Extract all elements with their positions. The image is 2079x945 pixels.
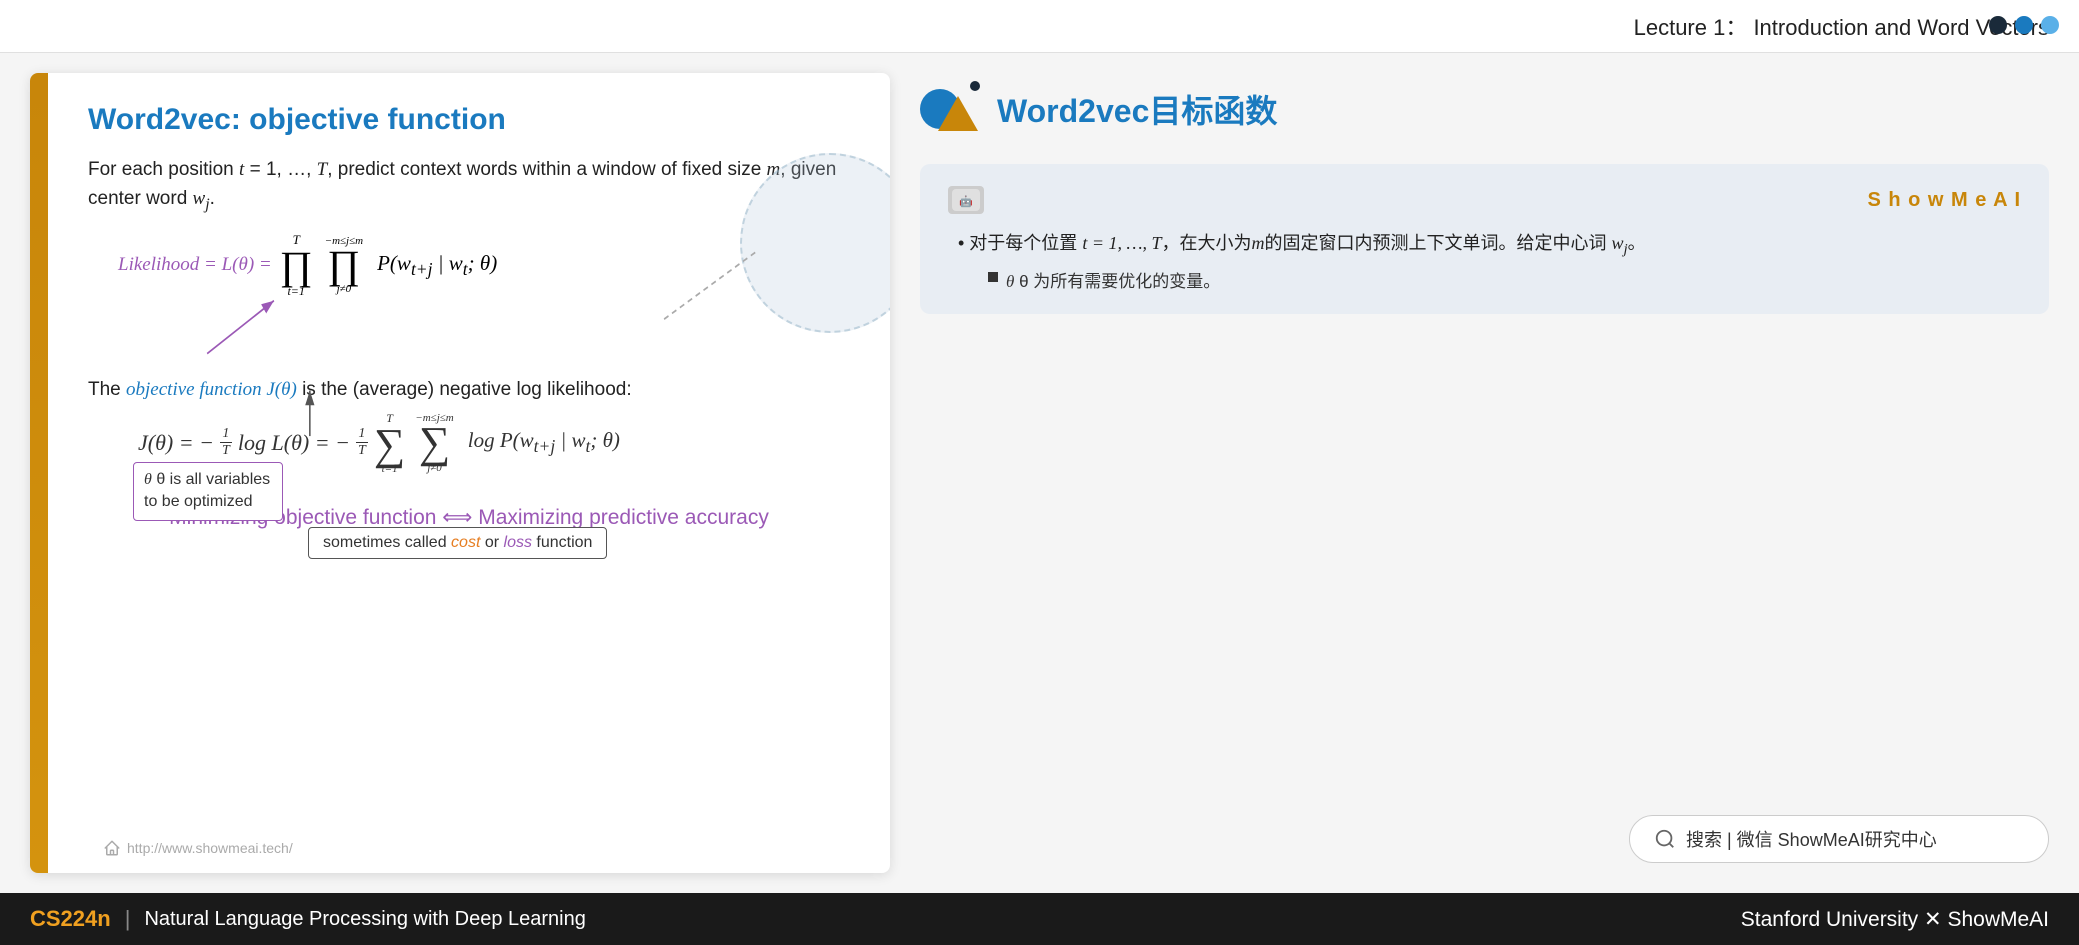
bottom-divider: | [125,906,131,932]
dot-2 [2015,16,2033,34]
sub-bullet-text: θ 为所有需要优化的变量。 [1019,272,1220,291]
sum-symbol-2: −m≤j≤m ∑ j≠0 [415,412,453,473]
showmeai-card-label: S h o w M e A I [1867,189,2021,212]
sum-symbol-1: T ∑ t=1 [374,411,405,475]
search-text: 搜索 | 微信 ShowMeAI研究中心 [1686,826,1937,852]
likelihood-line: Likelihood = L(θ) = T ∏ t=1 −m≤j≤m ∏ j≠0… [118,232,850,299]
bottom-left: CS224n | Natural Language Processing wit… [30,906,586,932]
course-name: Natural Language Processing with Deep Le… [144,908,585,931]
card-logo-icon: 🤖 [948,186,984,214]
slide-url: http://www.showmeai.tech/ [103,839,293,857]
slide-title: Word2vec: objective function [88,103,850,137]
annotation-theta: θ θ is all variables to be optimized [133,462,283,521]
slide-url-text: http://www.showmeai.tech/ [127,840,293,856]
bottom-right: Stanford University ✕ ShowMeAI [1741,907,2049,932]
search-icon [1654,828,1676,850]
main-content: Word2vec: objective function For each po… [0,53,2079,893]
lecture-title: Lecture 1： Introduction and Word Vectors [1634,15,2049,40]
search-bar[interactable]: 搜索 | 微信 ShowMeAI研究中心 [1629,815,2049,863]
content-card: 🤖 S h o w M e A I • 对于每个位置 t = 1, …, T，在… [920,164,2049,314]
dot-3 [2041,16,2059,34]
cs-label: CS224n [30,906,111,932]
right-panel-title: Word2vec目标函数 [997,86,1277,132]
p-formula: P(wt+j | wt; θ) [377,251,497,280]
bottom-bar: CS224n | Natural Language Processing wit… [0,893,2079,945]
card-header: 🤖 S h o w M e A I [948,186,2021,214]
svg-text:🤖: 🤖 [959,195,973,208]
likelihood-label: Likelihood = L(θ) = [118,254,272,276]
card-sub-bullet: θ θ 为所有需要优化的变量。 [988,267,2021,292]
loss-word: loss [504,534,532,551]
right-header: Word2vec目标函数 [920,73,2049,144]
top-bar: Lecture 1： Introduction and Word Vectors [0,0,2079,53]
dot-1 [1989,16,2007,34]
logo-dot [970,81,980,91]
cost-word: cost [451,534,480,551]
formula-area: Likelihood = L(θ) = T ∏ t=1 −m≤j≤m ∏ j≠0… [88,232,850,299]
prod-symbol-2: −m≤j≤m ∏ j≠0 [325,235,363,295]
annotation-sometimes: sometimes called cost or loss function [308,527,607,559]
bullet-square [988,272,998,282]
dots-row [1989,16,2059,34]
slide-panel: Word2vec: objective function For each po… [30,73,890,873]
objective-func-label: objective function J(θ) [126,379,297,400]
card-bullet-1: • 对于每个位置 t = 1, …, T，在大小为m的固定窗口内预测上下文单词。… [958,228,2021,263]
objective-text: The objective function J(θ) is the (aver… [88,379,850,401]
slide-intro: For each position t = 1, …, T, predict c… [88,155,850,218]
showmeai-logo [920,81,985,136]
logo-triangle [938,96,978,131]
slide-left-bar [30,73,48,873]
prod-symbol-1: T ∏ t=1 [280,232,313,299]
slide-body: Word2vec: objective function For each po… [48,73,890,873]
right-panel-wrapper: Word2vec目标函数 🤖 S h o w M e A I • 对于每个位置 … [920,73,2049,873]
